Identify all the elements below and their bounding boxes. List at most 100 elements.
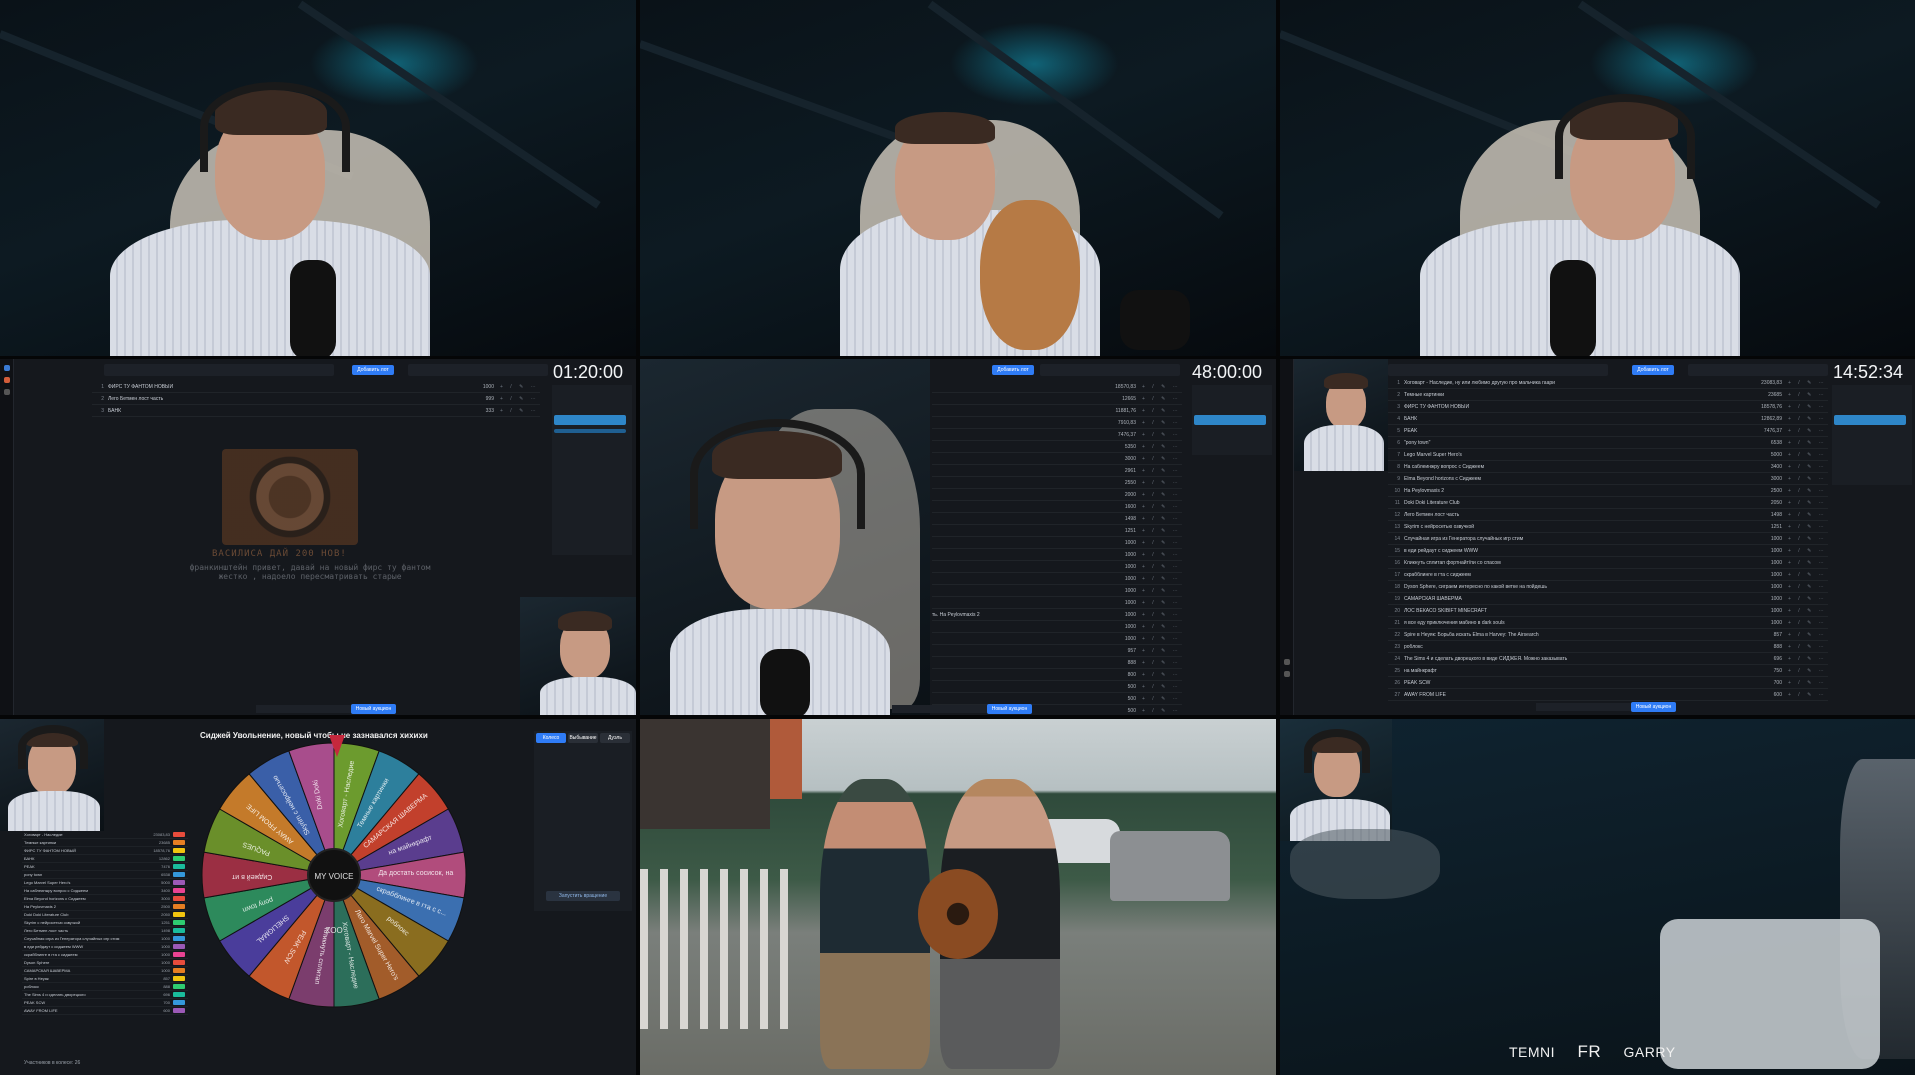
- lot-actions[interactable]: + / ✎ ⋯: [1788, 512, 1828, 518]
- list-item[interactable]: 10 На Peylovmaxis 2 2500 + / ✎ ⋯: [1388, 485, 1828, 497]
- list-item[interactable]: 957 + / ✎ ⋯: [932, 645, 1182, 657]
- lot-actions[interactable]: + / ✎ ⋯: [1142, 420, 1182, 426]
- list-item[interactable]: 7 Lego Marvel Super Hero's 5000 + / ✎ ⋯: [1388, 449, 1828, 461]
- filter-bar[interactable]: [408, 364, 548, 376]
- participant-row[interactable]: скрабблинге в гта с сиджеем 1000: [22, 951, 188, 959]
- list-item[interactable]: 27 AWAY FROM LIFE 600 + / ✎ ⋯: [1388, 689, 1828, 701]
- list-item[interactable]: 12 Лего Бетмен лост часть 1498 + / ✎ ⋯: [1388, 509, 1828, 521]
- add-lot-button[interactable]: Добавить лот: [992, 365, 1034, 375]
- lot-actions[interactable]: + / ✎ ⋯: [1142, 456, 1182, 462]
- lot-actions[interactable]: + / ✎ ⋯: [1142, 384, 1182, 390]
- list-item[interactable]: 18570,83 + / ✎ ⋯: [932, 381, 1182, 393]
- participant-row[interactable]: pony town 6538: [22, 871, 188, 879]
- list-item[interactable]: 5350 + / ✎ ⋯: [932, 441, 1182, 453]
- lot-actions[interactable]: + / ✎ ⋯: [1788, 500, 1828, 506]
- lot-actions[interactable]: + / ✎ ⋯: [1788, 440, 1828, 446]
- lot-actions[interactable]: + / ✎ ⋯: [1788, 692, 1828, 698]
- lot-actions[interactable]: + / ✎ ⋯: [1142, 672, 1182, 678]
- participant-row[interactable]: САМАРСКАЯ ШАВЕРМА 1000: [22, 967, 188, 975]
- lot-actions[interactable]: + / ✎ ⋯: [1142, 396, 1182, 402]
- list-item[interactable]: 500 + / ✎ ⋯: [932, 693, 1182, 705]
- list-item[interactable]: 7910,83 + / ✎ ⋯: [932, 417, 1182, 429]
- lot-actions[interactable]: + / ✎ ⋯: [1142, 480, 1182, 486]
- lot-actions[interactable]: + / ✎ ⋯: [1788, 572, 1828, 578]
- lot-actions[interactable]: + / ✎ ⋯: [1788, 416, 1828, 422]
- participant-row[interactable]: БАНК 12862: [22, 855, 188, 863]
- new-auction-button[interactable]: Новый аукцион: [351, 704, 396, 714]
- lot-actions[interactable]: + / ✎ ⋯: [1142, 588, 1182, 594]
- lot-actions[interactable]: + / ✎ ⋯: [1788, 488, 1828, 494]
- lot-actions[interactable]: + / ✎ ⋯: [1142, 708, 1182, 714]
- lot-actions[interactable]: + / ✎ ⋯: [1788, 392, 1828, 398]
- lot-actions[interactable]: + / ✎ ⋯: [1788, 380, 1828, 386]
- lot-actions[interactable]: + / ✎ ⋯: [500, 408, 540, 414]
- tab-wheel[interactable]: Колесо: [536, 733, 566, 743]
- settings-icon[interactable]: [1284, 659, 1290, 665]
- list-item[interactable]: 12665 + / ✎ ⋯: [932, 393, 1182, 405]
- integration-banner[interactable]: [1834, 415, 1906, 425]
- search-bar[interactable]: [1388, 364, 1608, 376]
- list-item[interactable]: 24 The Sims 4 и сделать дворецкого в виде…: [1388, 653, 1828, 665]
- lot-actions[interactable]: + / ✎ ⋯: [1788, 644, 1828, 650]
- list-item[interactable]: 3 ФИРС ТУ ФАНТОМ НОВЫЙ 18578,76 + / ✎ ⋯: [1388, 401, 1828, 413]
- participant-row[interactable]: AWAY FROM LIFE 600: [22, 1007, 188, 1015]
- lot-actions[interactable]: + / ✎ ⋯: [1788, 608, 1828, 614]
- list-item[interactable]: 1498 + / ✎ ⋯: [932, 513, 1182, 525]
- lot-actions[interactable]: + / ✎ ⋯: [1142, 408, 1182, 414]
- lot-actions[interactable]: + / ✎ ⋯: [1142, 600, 1182, 606]
- new-auction-button[interactable]: Новый аукцион: [987, 704, 1032, 714]
- lot-actions[interactable]: + / ✎ ⋯: [1788, 596, 1828, 602]
- list-item[interactable]: 1000 + / ✎ ⋯: [932, 597, 1182, 609]
- list-item[interactable]: 21 я все еду приключения мабино в dark so…: [1388, 617, 1828, 629]
- list-item[interactable]: 1000 + / ✎ ⋯: [932, 621, 1182, 633]
- lot-actions[interactable]: + / ✎ ⋯: [1142, 564, 1182, 570]
- integration-banner[interactable]: [554, 415, 626, 425]
- participant-row[interactable]: Темные картинки 23685: [22, 839, 188, 847]
- lot-actions[interactable]: + / ✎ ⋯: [1788, 656, 1828, 662]
- lot-actions[interactable]: + / ✎ ⋯: [1788, 680, 1828, 686]
- participant-row[interactable]: роблокс 888: [22, 983, 188, 991]
- filter-bar[interactable]: [1040, 364, 1180, 376]
- participant-row[interactable]: Doki Doki Literature Club 2050: [22, 911, 188, 919]
- list-item[interactable]: 25 на майнкрафт 750 + / ✎ ⋯: [1388, 665, 1828, 677]
- list-item[interactable]: ть. На Peylovmaxis 2 1000 + / ✎ ⋯: [932, 609, 1182, 621]
- lot-actions[interactable]: + / ✎ ⋯: [500, 384, 540, 390]
- lot-actions[interactable]: + / ✎ ⋯: [1142, 492, 1182, 498]
- list-item[interactable]: 8 На саблеинжру вопрос с Сиджеем 3400 + / ✎…: [1388, 461, 1828, 473]
- participant-row[interactable]: На саблеинжру вопрос с Сиджеем 3400: [22, 887, 188, 895]
- lot-actions[interactable]: + / ✎ ⋯: [1142, 552, 1182, 558]
- lot-actions[interactable]: + / ✎ ⋯: [1788, 560, 1828, 566]
- list-item[interactable]: 2 Темные картинки 23685 + / ✎ ⋯: [1388, 389, 1828, 401]
- list-item[interactable]: 20 ЛОС ВЕКАСО SKIBIFT MINECRAFT 1000 + / ✎ …: [1388, 605, 1828, 617]
- wheel-icon[interactable]: [4, 377, 10, 383]
- lot-actions[interactable]: + / ✎ ⋯: [1142, 684, 1182, 690]
- list-item[interactable]: 1251 + / ✎ ⋯: [932, 525, 1182, 537]
- list-item[interactable]: 1 ФИРС ТУ ФАНТОМ НОВЫЙ 1000 + / ✎ ⋯: [92, 381, 540, 393]
- help-icon[interactable]: [1284, 671, 1290, 677]
- list-item[interactable]: 4 БАНК 12862,89 + / ✎ ⋯: [1388, 413, 1828, 425]
- lot-actions[interactable]: + / ✎ ⋯: [1142, 612, 1182, 618]
- lot-actions[interactable]: + / ✎ ⋯: [1142, 660, 1182, 666]
- lot-actions[interactable]: + / ✎ ⋯: [1788, 464, 1828, 470]
- list-item[interactable]: 800 + / ✎ ⋯: [932, 669, 1182, 681]
- lot-actions[interactable]: + / ✎ ⋯: [1788, 404, 1828, 410]
- participant-row[interactable]: Dyson Sphere 1000: [22, 959, 188, 967]
- list-item[interactable]: 1000 + / ✎ ⋯: [932, 633, 1182, 645]
- lot-actions[interactable]: + / ✎ ⋯: [1788, 536, 1828, 542]
- lot-actions[interactable]: + / ✎ ⋯: [1142, 624, 1182, 630]
- tab-elimination[interactable]: Выбывание: [568, 733, 598, 743]
- lot-actions[interactable]: + / ✎ ⋯: [1788, 632, 1828, 638]
- list-item[interactable]: 2000 + / ✎ ⋯: [932, 489, 1182, 501]
- lot-actions[interactable]: + / ✎ ⋯: [1142, 540, 1182, 546]
- lot-actions[interactable]: + / ✎ ⋯: [1142, 444, 1182, 450]
- list-item[interactable]: 2961 + / ✎ ⋯: [932, 465, 1182, 477]
- list-item[interactable]: 16 Кликнуть сплитап фортнайт/пи со спасом…: [1388, 557, 1828, 569]
- list-item[interactable]: 1000 + / ✎ ⋯: [932, 585, 1182, 597]
- lot-actions[interactable]: + / ✎ ⋯: [1142, 636, 1182, 642]
- list-item[interactable]: 17 скрабблинге в гта с сиджеем 1000 + / ✎ ⋯: [1388, 569, 1828, 581]
- lot-actions[interactable]: + / ✎ ⋯: [1142, 432, 1182, 438]
- list-item[interactable]: 22 Spire в Неуяк: Борьба искать Elma в Ha…: [1388, 629, 1828, 641]
- spin-button[interactable]: Запустить вращение: [546, 891, 620, 901]
- tab-duel[interactable]: Дуэль: [600, 733, 630, 743]
- home-icon[interactable]: [4, 365, 10, 371]
